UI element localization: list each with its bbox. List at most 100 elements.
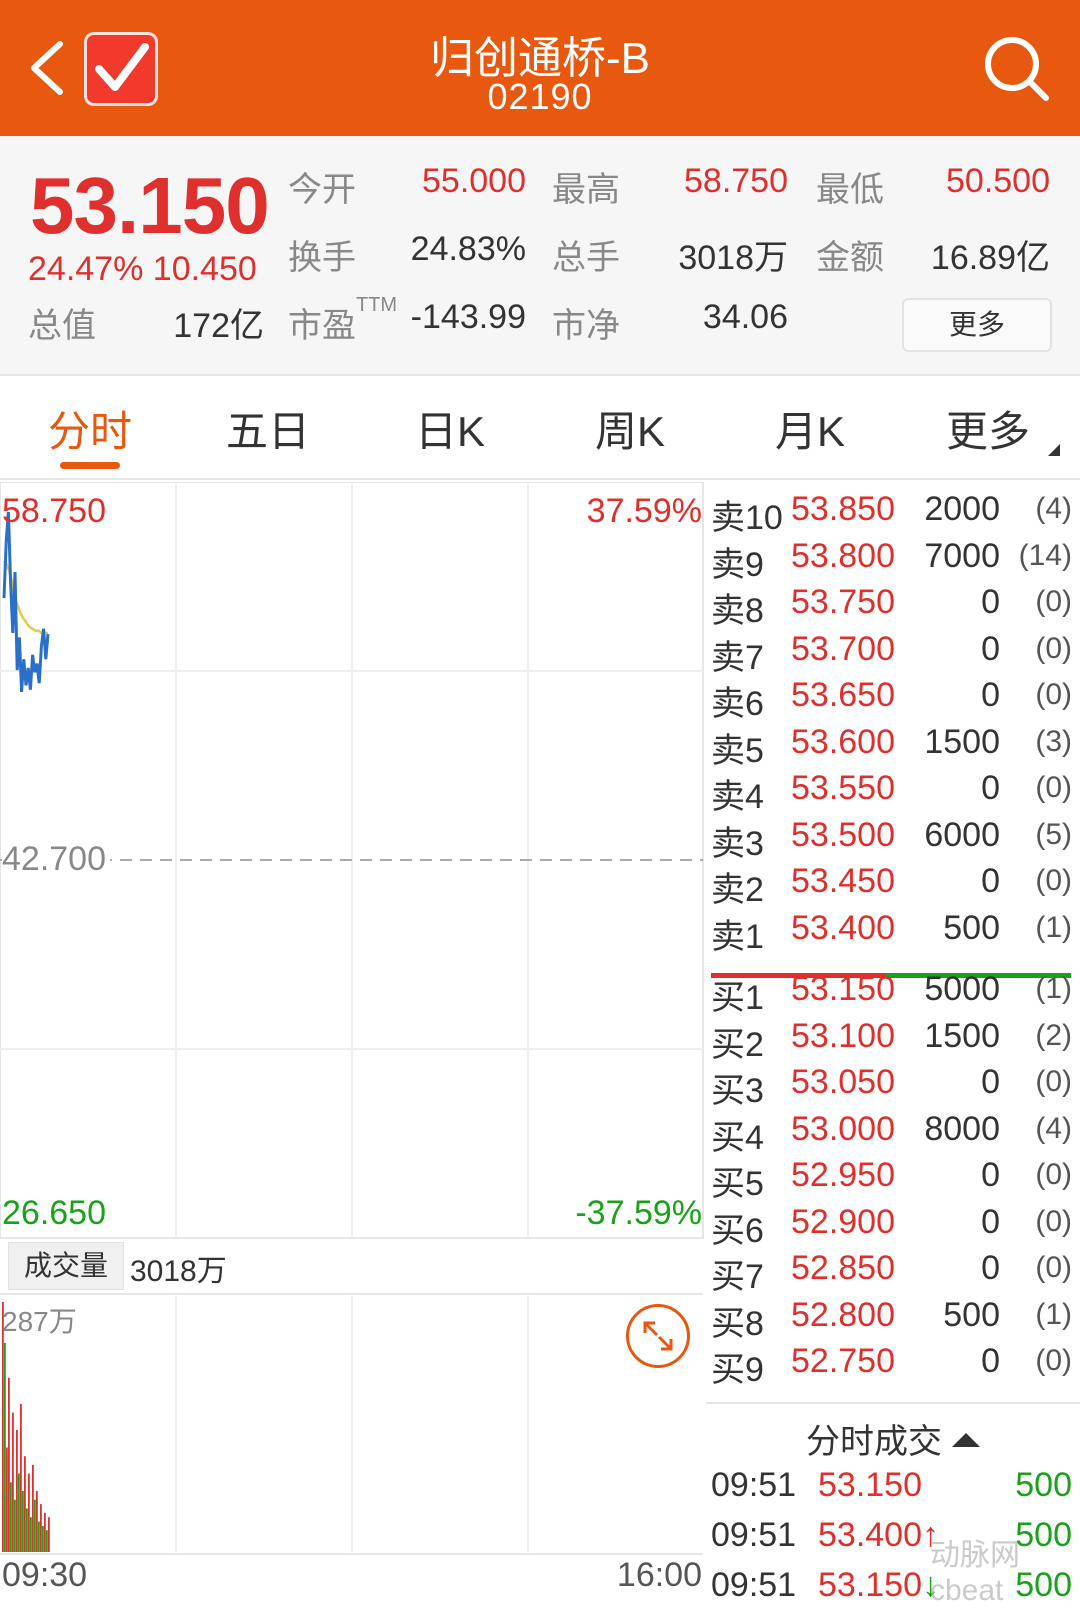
level-price: 53.650: [791, 676, 895, 714]
bid-level-row[interactable]: 买9 52.750 0 (0): [706, 1338, 1080, 1389]
ask-level-row[interactable]: 卖7 53.700 0 (0): [706, 626, 1080, 677]
level-qty: 8000: [924, 1109, 1000, 1148]
bid-level-row[interactable]: 买8 52.800 500 (1): [706, 1292, 1080, 1343]
level-count: (0): [1035, 1158, 1072, 1191]
tick-trades-toggle[interactable]: 分时成交: [706, 1414, 1080, 1463]
chart-period-tabs: 分时 五日 日K 周K 月K 更多: [0, 378, 1080, 480]
volume-bar: [36, 1491, 38, 1552]
trade-price: 53.400↑: [818, 1516, 939, 1555]
level-count: (0): [1035, 864, 1072, 897]
tab-five-day[interactable]: 五日: [218, 398, 318, 459]
level-qty: 0: [981, 769, 1000, 807]
level-price: 52.750: [791, 1342, 895, 1380]
level-price: 53.400: [791, 908, 895, 947]
level-price: 53.500: [791, 815, 895, 854]
volume-bar: [24, 1456, 26, 1552]
ask-level-row[interactable]: 卖1 53.400 500 (1): [706, 905, 1080, 956]
level-price: 53.750: [791, 583, 895, 621]
volume-total: 3018万: [130, 1255, 227, 1288]
amount-value: 16.89亿: [930, 239, 1050, 277]
market-cap-label: 总值: [28, 307, 96, 345]
tab-weekly-k[interactable]: 周K: [580, 398, 680, 459]
level-price: 53.550: [791, 769, 895, 807]
bid-level-row[interactable]: 买6 52.900 0 (0): [706, 1199, 1080, 1250]
level-price: 52.850: [791, 1249, 895, 1287]
tab-intraday[interactable]: 分时: [40, 398, 140, 459]
level-qty: 7000: [924, 536, 1000, 575]
level-qty: 1500: [924, 722, 1000, 761]
ask-level-row[interactable]: 卖5 53.600 1500 (3): [706, 719, 1080, 770]
more-quote-button[interactable]: 更多: [902, 298, 1052, 352]
volume-header: 成交量 3018万: [4, 1240, 704, 1292]
pct-axis-min-label: -37.59%: [575, 1194, 702, 1232]
trade-price: 53.150: [818, 1466, 922, 1505]
level-price: 53.600: [791, 722, 895, 761]
trade-volume: 500: [1015, 1466, 1072, 1504]
pe-label: 市盈TTM: [288, 294, 398, 345]
intraday-chart[interactable]: 58.750 37.59% 42.700 26.650 -37.59% 成交量 …: [0, 482, 704, 1616]
tab-monthly-k[interactable]: 月K: [760, 398, 860, 459]
quote-summary: 53.150 24.47% 10.450 今开 55.000 最高 58.750…: [0, 136, 1080, 376]
level-qty: 0: [981, 583, 1000, 621]
tab-more-triangle-icon: [1048, 444, 1060, 456]
level-qty: 0: [981, 676, 1000, 714]
volume-max-label: 287万: [2, 1306, 77, 1337]
volume-bar: [18, 1473, 20, 1552]
bid-level-row[interactable]: 买1 53.150 5000 (1): [706, 966, 1080, 1017]
level-price: 53.450: [791, 862, 895, 900]
volume-bar: [16, 1430, 18, 1552]
volume-bar: [34, 1499, 36, 1552]
low-label: 最低: [816, 171, 884, 209]
level-count: (3): [1035, 724, 1072, 758]
level-count: (0): [1035, 1344, 1072, 1377]
ask-level-row[interactable]: 卖2 53.450 0 (0): [706, 858, 1080, 909]
ask-level-row[interactable]: 卖6 53.650 0 (0): [706, 672, 1080, 723]
ask-level-row[interactable]: 卖4 53.550 0 (0): [706, 765, 1080, 816]
ask-level-row[interactable]: 卖3 53.500 6000 (5): [706, 812, 1080, 863]
tab-daily-k[interactable]: 日K: [400, 398, 500, 459]
amount-label: 金额: [816, 239, 884, 277]
level-count: (2): [1035, 1018, 1072, 1052]
volume-bar: [6, 1447, 8, 1552]
bid-level-row[interactable]: 买4 53.000 8000 (4): [706, 1106, 1080, 1157]
bid-level-row[interactable]: 买3 53.050 0 (0): [706, 1059, 1080, 1110]
trade-time: 09:51: [711, 1566, 797, 1604]
volume-bar: [12, 1412, 14, 1552]
y-axis-max-label: 58.750: [2, 492, 106, 530]
volume-bar: [40, 1504, 42, 1552]
open-value: 55.000: [422, 162, 526, 200]
level-price: 53.050: [791, 1063, 895, 1101]
trade-price-text: 53.150: [818, 1566, 922, 1604]
pe-value: -143.99: [410, 298, 526, 336]
market-cap-value: 172亿: [173, 307, 264, 345]
level-price: 53.150: [791, 970, 895, 1008]
watermark-logo: 动脉网 cbeat: [930, 1539, 1020, 1607]
level-count: (0): [1035, 1065, 1072, 1098]
level-qty: 6000: [924, 815, 1000, 854]
level-price: 53.700: [791, 629, 895, 668]
ask-level-row[interactable]: 卖8 53.750 0 (0): [706, 579, 1080, 630]
volume-value: 3018万: [678, 239, 788, 277]
level-label: 卖1: [711, 917, 764, 956]
level-count: (0): [1035, 1251, 1072, 1284]
volume-bar: [46, 1530, 48, 1552]
pct-axis-max-label: 37.59%: [586, 492, 702, 530]
search-button[interactable]: [980, 32, 1052, 104]
bid-level-row[interactable]: 买5 52.950 0 (0): [706, 1152, 1080, 1203]
price-change: 24.47% 10.450: [28, 250, 257, 289]
high-value: 58.750: [684, 162, 788, 200]
expand-arrows-icon: [643, 1321, 673, 1351]
volume-indicator-tag[interactable]: 成交量: [8, 1242, 124, 1290]
fullscreen-button[interactable]: [626, 1304, 690, 1368]
ask-level-row[interactable]: 卖9 53.800 7000 (14): [706, 533, 1080, 584]
app-header: 归创通桥-B 02190: [0, 0, 1080, 136]
active-tab-indicator: [60, 462, 120, 469]
pb-label: 市净: [552, 307, 620, 345]
ask-level-row[interactable]: 卖10 53.850 2000 (4): [706, 486, 1080, 537]
tab-more[interactable]: 更多: [938, 398, 1038, 459]
volume-bar: [20, 1403, 22, 1552]
bid-level-row[interactable]: 买7 52.850 0 (0): [706, 1245, 1080, 1296]
level-price: 52.950: [791, 1156, 895, 1194]
volume-bar: [10, 1482, 12, 1552]
bid-level-row[interactable]: 买2 53.100 1500 (2): [706, 1013, 1080, 1064]
